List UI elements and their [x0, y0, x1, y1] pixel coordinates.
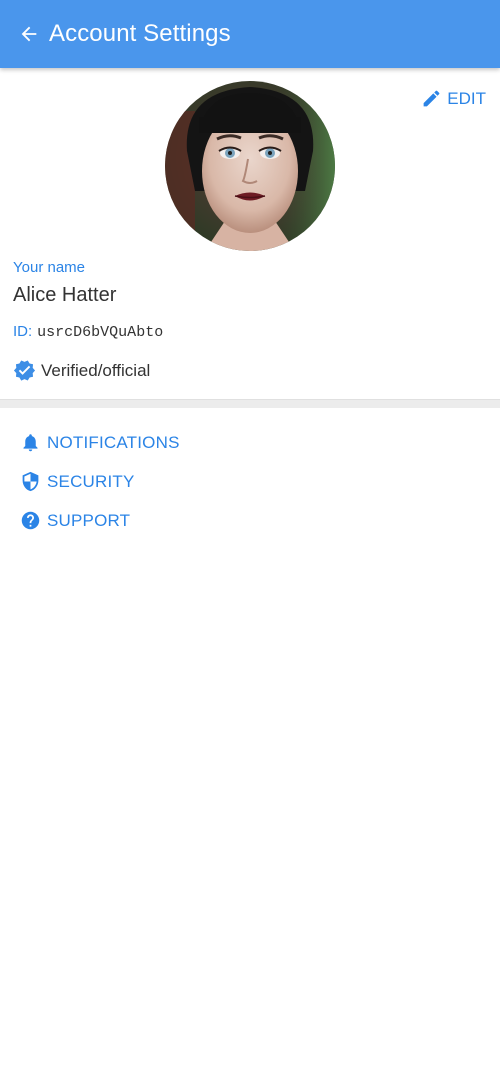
menu-label-support: SUPPORT — [47, 510, 131, 530]
back-button[interactable] — [11, 16, 47, 52]
menu-label-notifications: NOTIFICATIONS — [47, 432, 180, 452]
edit-button[interactable]: EDIT — [421, 88, 486, 109]
profile-photo — [165, 81, 335, 251]
menu-label-security: SECURITY — [47, 471, 135, 491]
edit-label: EDIT — [447, 88, 486, 108]
help-circle-icon — [21, 511, 40, 530]
app-bar: Account Settings — [0, 0, 500, 68]
settings-menu: NOTIFICATIONS SECURITY SUPPORT — [20, 423, 180, 540]
verified-label: Verified/official — [41, 360, 151, 380]
id-value: usrcD6bVQuAbto — [37, 324, 164, 341]
menu-item-security[interactable]: SECURITY — [20, 462, 180, 501]
shield-icon — [22, 471, 39, 492]
menu-item-notifications[interactable]: NOTIFICATIONS — [20, 423, 180, 462]
pencil-icon — [423, 90, 440, 107]
section-divider — [0, 399, 500, 408]
bell-icon — [23, 434, 38, 452]
name-label: Your name — [13, 259, 85, 276]
menu-item-support[interactable]: SUPPORT — [20, 501, 180, 540]
verified-badge-icon — [13, 360, 36, 381]
page-title: Account Settings — [49, 20, 231, 47]
avatar[interactable] — [165, 81, 335, 251]
id-label: ID: — [13, 323, 33, 340]
arrow-left-icon — [21, 26, 37, 42]
user-id-row: ID: usrcD6bVQuAbto — [13, 323, 163, 341]
name-value: Alice Hatter — [13, 284, 117, 306]
verified-status: Verified/official — [13, 359, 150, 382]
